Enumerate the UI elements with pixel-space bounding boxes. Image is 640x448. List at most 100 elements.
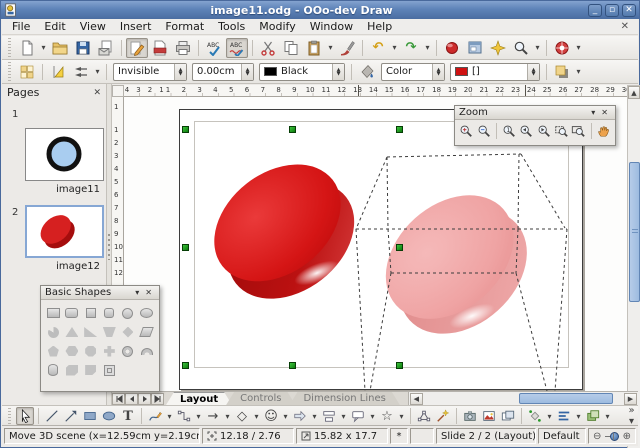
email-document-button[interactable] — [95, 38, 117, 58]
zoom-palette-titlebar[interactable]: Zoom ▾ ✕ — [455, 106, 615, 120]
area-dialog-button[interactable] — [356, 62, 378, 82]
selection-handle-w[interactable] — [182, 244, 189, 251]
gallery-button[interactable] — [487, 38, 509, 58]
next-page-button[interactable] — [138, 393, 151, 405]
zoom-next-button[interactable] — [536, 122, 552, 140]
vertical-scroll-thumb[interactable] — [629, 162, 640, 302]
export-pdf-button[interactable] — [149, 38, 171, 58]
selection-handle-sw[interactable] — [182, 362, 189, 369]
h-ruler[interactable]: 4321123456789101112131415161718192021222… — [124, 85, 627, 97]
selection-handle-ne[interactable] — [396, 126, 403, 133]
pentagon-shape-button[interactable] — [45, 343, 62, 359]
zoom-page-width-button[interactable] — [570, 122, 586, 140]
text-tool-button[interactable]: T — [119, 407, 137, 425]
save-button[interactable] — [72, 38, 94, 58]
selection-handle-n[interactable] — [289, 126, 296, 133]
flowchart-dropdown[interactable]: ▾ — [339, 412, 348, 421]
curve-dropdown[interactable]: ▾ — [165, 412, 174, 421]
minimize-button[interactable]: _ — [588, 4, 602, 17]
symbol-shapes-dropdown[interactable]: ▾ — [281, 412, 290, 421]
frame-shape-button[interactable] — [101, 362, 118, 378]
arrow-style-dropdown[interactable]: ▾ — [93, 67, 102, 76]
new-dropdown-arrow[interactable]: ▾ — [39, 43, 48, 52]
rectangle-tool-button[interactable] — [81, 407, 99, 425]
octagon-shape-button[interactable] — [82, 343, 99, 359]
diamond-shape-button[interactable] — [120, 324, 137, 340]
glue-points-button[interactable] — [434, 407, 452, 425]
ring-shape-button[interactable] — [120, 343, 137, 359]
arrow-style-button[interactable] — [70, 62, 92, 82]
paste-dropdown-arrow[interactable]: ▾ — [326, 43, 335, 52]
styles-button[interactable] — [16, 62, 38, 82]
trapezoid-shape-button[interactable] — [101, 324, 118, 340]
callouts-dropdown[interactable]: ▾ — [368, 412, 377, 421]
ellipse-shape-button[interactable] — [138, 305, 155, 321]
rectangle-shape-button[interactable] — [45, 305, 62, 321]
cube-shape-button[interactable] — [64, 362, 81, 378]
scroll-up-button[interactable]: ▲ — [628, 86, 640, 99]
previous-page-button[interactable] — [125, 393, 138, 405]
stars-dropdown[interactable]: ▾ — [397, 412, 406, 421]
paste-button[interactable] — [303, 38, 325, 58]
undo-dropdown-arrow[interactable]: ▾ — [390, 43, 399, 52]
folded-corner-shape-button[interactable] — [82, 362, 99, 378]
help-button[interactable] — [551, 38, 573, 58]
line-width-field[interactable]: 0.00cm ▲▼ — [192, 63, 254, 81]
arrow-tool-button[interactable] — [62, 407, 80, 425]
rounded-rectangle-shape-button[interactable] — [64, 305, 81, 321]
alignment-dropdown[interactable]: ▾ — [574, 412, 583, 421]
zoom-button[interactable] — [510, 38, 532, 58]
document-close-icon[interactable]: ✕ — [616, 21, 634, 32]
isosceles-triangle-shape-button[interactable] — [64, 324, 81, 340]
line-style-combo[interactable]: Invisible ▲▼ — [113, 63, 187, 81]
line-color-spinner[interactable]: ▲▼ — [332, 64, 344, 80]
fill-color-combo[interactable]: [] ▲▼ — [450, 63, 540, 81]
tab-dimension-lines[interactable]: Dimension Lines — [289, 392, 399, 405]
zoom-100-button[interactable]: 1 — [501, 122, 517, 140]
zoom-palette-close-icon[interactable]: ✕ — [598, 108, 611, 117]
ruler-origin-corner[interactable] — [112, 85, 124, 97]
line-style-spinner[interactable]: ▲▼ — [174, 64, 186, 80]
zoom-palette[interactable]: Zoom ▾ ✕ 1 — [454, 105, 616, 146]
insert-chart-button[interactable] — [441, 38, 463, 58]
menu-help[interactable]: Help — [361, 19, 398, 34]
title-bar[interactable]: image11.odg - OOo-dev Draw _ ▫ ✕ — [1, 1, 639, 19]
circle-shape-button[interactable] — [120, 305, 137, 321]
rotate-dropdown[interactable]: ▾ — [545, 412, 554, 421]
menu-edit[interactable]: Edit — [38, 19, 71, 34]
selection-handle-se[interactable] — [396, 362, 403, 369]
ellipse-tool-button[interactable] — [100, 407, 118, 425]
right-triangle-shape-button[interactable] — [82, 324, 99, 340]
basic-shapes-palette[interactable]: Basic Shapes ▾ ✕ — [40, 285, 160, 392]
square-shape-button[interactable] — [82, 305, 99, 321]
zoom-minus-icon[interactable]: ⊖ — [593, 431, 601, 442]
line-width-spinner[interactable]: ▲▼ — [241, 64, 253, 80]
edit-file-button[interactable] — [126, 38, 148, 58]
redo-dropdown-arrow[interactable]: ▾ — [423, 43, 432, 52]
curve-tool-button[interactable] — [146, 407, 164, 425]
arrange-button[interactable] — [584, 407, 602, 425]
lines-arrows-dropdown[interactable]: ▾ — [223, 412, 232, 421]
fill-color-spinner[interactable]: ▲▼ — [527, 64, 539, 80]
scroll-right-button[interactable]: ▶ — [624, 393, 637, 405]
zoom-previous-button[interactable] — [518, 122, 534, 140]
fill-type-spinner[interactable]: ▲▼ — [432, 64, 444, 80]
pages-panel-close-icon[interactable]: ✕ — [93, 88, 101, 98]
hexagon-shape-button[interactable] — [64, 343, 81, 359]
scroll-left-button[interactable]: ◀ — [410, 393, 423, 405]
horizontal-scroll-thumb[interactable] — [519, 393, 613, 404]
block-arc-shape-button[interactable] — [138, 343, 155, 359]
rounded-square-shape-button[interactable] — [101, 305, 118, 321]
toolbar-overflow-chevron[interactable]: »▾ — [627, 405, 636, 427]
gallery-window-button[interactable] — [499, 407, 517, 425]
menu-file[interactable]: File — [6, 19, 36, 34]
select-button[interactable] — [16, 407, 34, 425]
menu-modify[interactable]: Modify — [253, 19, 301, 34]
selection-handle-s[interactable] — [289, 362, 296, 369]
selection-handle-e[interactable] — [396, 244, 403, 251]
block-arrows-button[interactable] — [291, 407, 309, 425]
zoom-in-button[interactable] — [458, 122, 474, 140]
alignment-button[interactable] — [555, 407, 573, 425]
copy-button[interactable] — [280, 38, 302, 58]
shadow-button[interactable] — [551, 62, 573, 82]
